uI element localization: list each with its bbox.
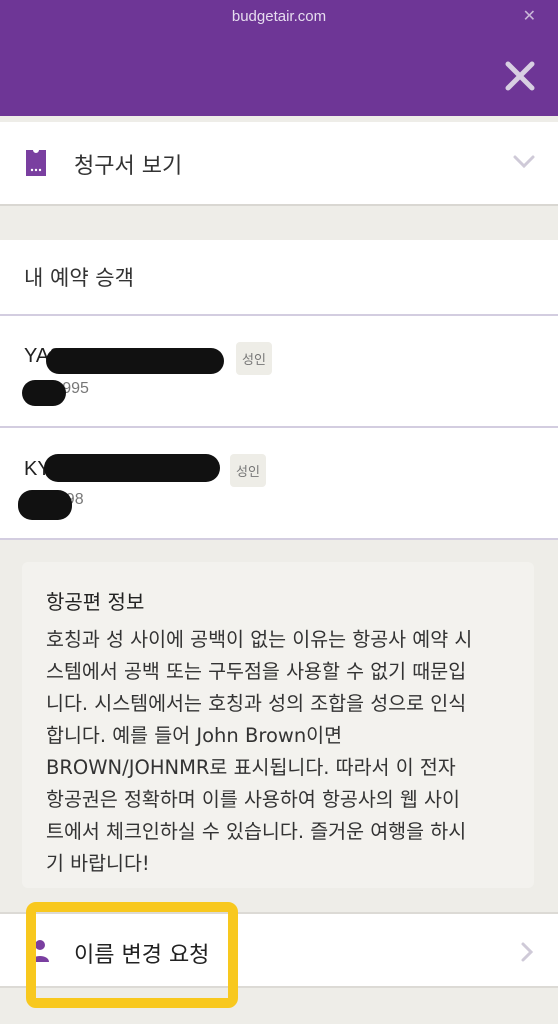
flight-info-line: 트에서 체크인하실 수 있습니다. 즐거운 여행을 하시 (46, 820, 467, 843)
flight-info-line: 니다. 시스템에서는 호칭과 성의 조합을 성으로 인식 (46, 692, 467, 715)
chevron-down-icon[interactable] (512, 154, 536, 170)
passenger-type-badge: 성인 (236, 342, 272, 375)
flight-info-title: 항공편 정보 (46, 590, 145, 614)
passengers-title: 내 예약 승객 (24, 266, 134, 290)
divider (0, 538, 558, 540)
flight-info-line: 합니다. 예를 들어 John Brown이면 (46, 724, 343, 747)
flight-info-line: 항공권은 정확하며 이를 사용하여 항공사의 웹 사이 (46, 788, 460, 811)
flight-info-line: 호칭과 성 사이에 공백이 없는 이유는 항공사 예약 시 (46, 628, 473, 651)
chevron-right-icon (521, 942, 534, 962)
flight-info-line: 기 바랍니다! (46, 852, 150, 875)
flight-info-line: BROWN/JOHNMR로 표시됩니다. 따라서 이 전자 (46, 756, 456, 779)
redaction-mark (44, 454, 220, 482)
browser-close-icon[interactable]: ✕ (523, 6, 536, 26)
invoice-label: 청구서 보기 (74, 154, 183, 179)
flight-info-box: 항공편 정보 호칭과 성 사이에 공백이 없는 이유는 항공사 예약 시 스템에… (22, 562, 534, 888)
flight-info-text: 호칭과 성 사이에 공백이 없는 이유는 항공사 예약 시 스템에서 공백 또는… (46, 624, 516, 880)
name-change-label: 이름 변경 요청 (74, 943, 210, 968)
redaction-mark (18, 490, 72, 520)
ticket-icon (26, 150, 46, 176)
flight-info-line: 스템에서 공백 또는 구두점을 사용할 수 없기 때문입 (46, 660, 467, 683)
name-change-button[interactable]: 이름 변경 요청 (0, 912, 558, 988)
person-icon (31, 940, 49, 962)
passengers-section: 내 예약 승객 YASUHIRO TANAKA -1995 성인 KY 1998… (0, 240, 558, 540)
browser-domain: budgetair.com (231, 8, 327, 25)
browser-header: budgetair.com ✕ (0, 0, 558, 116)
redaction-mark (22, 380, 66, 406)
close-icon[interactable] (502, 58, 538, 94)
passenger-type-badge: 성인 (230, 454, 266, 487)
divider (0, 314, 558, 316)
invoice-row[interactable]: 청구서 보기 (0, 122, 558, 206)
redaction-mark (46, 348, 224, 374)
divider (0, 426, 558, 428)
